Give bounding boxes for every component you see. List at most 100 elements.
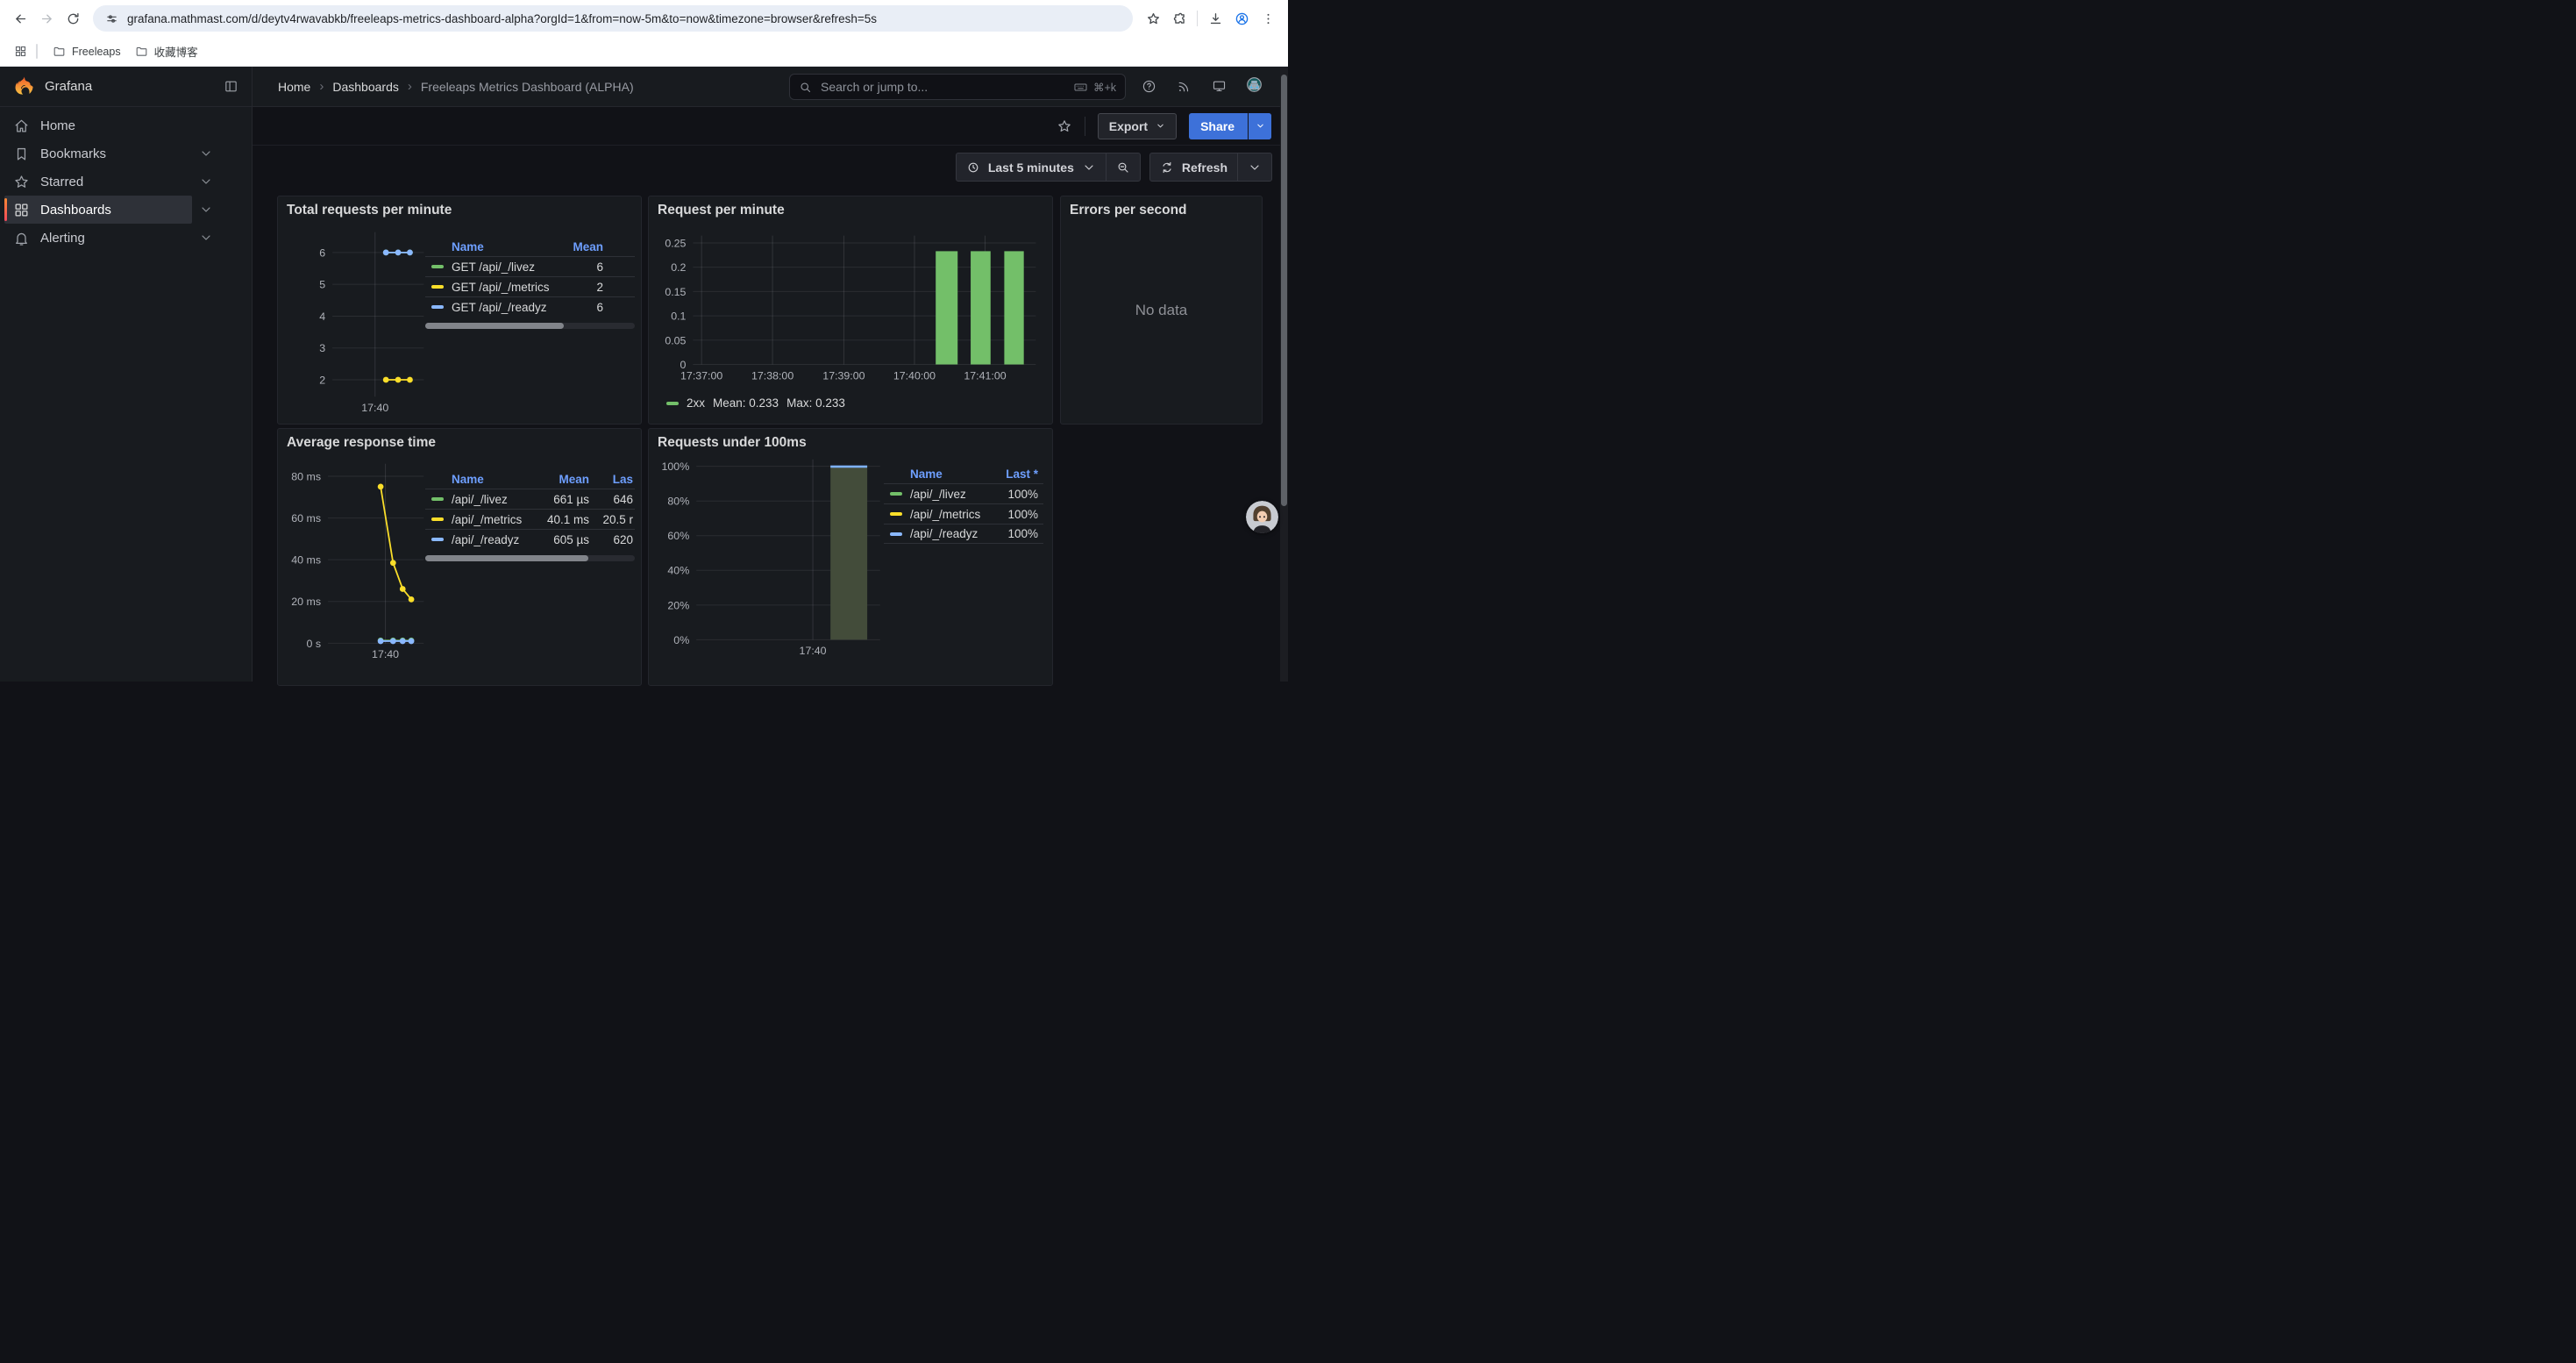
browser-menu-icon[interactable] <box>1255 5 1281 32</box>
news-rss-icon[interactable] <box>1177 79 1192 94</box>
svg-text:2: 2 <box>319 374 325 386</box>
bookmark-icon <box>13 146 30 162</box>
breadcrumb-separator: › <box>319 79 324 94</box>
chevron-down-icon[interactable] <box>199 203 213 217</box>
legend-row[interactable]: GET /api/_/readyz6 <box>425 296 635 317</box>
time-range-picker[interactable]: Last 5 minutes <box>957 153 1106 181</box>
legend-stat-max: Max: 0.233 <box>786 396 845 410</box>
search-input[interactable]: ⌘+k <box>789 74 1126 100</box>
legend-row[interactable]: /api/_/metrics40.1 ms20.5 r <box>425 509 635 529</box>
chevron-down-icon[interactable] <box>199 146 213 161</box>
svg-text:80%: 80% <box>667 496 689 508</box>
legend-row[interactable]: /api/_/livez 100% <box>884 483 1043 503</box>
legend-value: 100% <box>987 527 1038 540</box>
series-name[interactable]: GET /api/_/livez <box>452 260 535 274</box>
legend-row[interactable]: /api/_/readyz 100% <box>884 524 1043 544</box>
search-field[interactable] <box>819 79 1066 95</box>
legend[interactable]: 2xx Mean: 0.233 Max: 0.233 <box>666 396 845 410</box>
series-name[interactable]: 2xx <box>687 396 705 410</box>
legend-col-header[interactable]: Mean <box>554 240 603 253</box>
bookmark-folder-freeleaps[interactable]: Freeleaps <box>46 41 128 61</box>
share-button[interactable]: Share <box>1189 113 1271 139</box>
favorite-star-icon[interactable] <box>1057 118 1072 134</box>
help-icon[interactable] <box>1142 79 1156 94</box>
legend-value: 100% <box>987 488 1038 501</box>
panel-title[interactable]: Average response time <box>287 435 436 451</box>
legend-value: 605 µs <box>533 533 589 546</box>
legend-row[interactable]: GET /api/_/metrics2 <box>425 276 635 296</box>
grafana-title[interactable]: Grafana <box>45 79 92 94</box>
grafana-logo-icon[interactable] <box>13 75 35 97</box>
share-button-label[interactable]: Share <box>1189 113 1246 139</box>
bookmark-star-icon[interactable] <box>1140 5 1166 32</box>
request-per-minute-chart[interactable]: 0.250.20.150.10.05017:37:0017:38:0017:39… <box>649 196 1052 424</box>
series-name[interactable]: GET /api/_/metrics <box>452 281 550 294</box>
refresh-interval-dropdown[interactable] <box>1238 153 1271 181</box>
legend-row[interactable]: /api/_/metrics100% <box>884 503 1043 524</box>
panel-title[interactable]: Requests under 100ms <box>658 435 807 451</box>
extensions-icon[interactable] <box>1166 5 1192 32</box>
legend-col-name[interactable]: Name <box>884 467 987 481</box>
legend-col-name[interactable]: Name <box>425 473 533 486</box>
legend-value: 20.5 r <box>589 513 633 526</box>
chevron-down-icon <box>1248 161 1262 175</box>
breadcrumb-dashboards[interactable]: Dashboards <box>332 80 399 94</box>
chevron-down-icon[interactable] <box>199 231 213 245</box>
series-name[interactable]: GET /api/_/readyz <box>452 301 547 314</box>
scrollbar-thumb[interactable] <box>1281 75 1287 506</box>
bookmark-label: Freeleaps <box>72 46 121 58</box>
sidebar-toggle-icon[interactable] <box>224 79 238 94</box>
sidebar-item-alerting[interactable]: Alerting <box>4 224 192 252</box>
panel-title[interactable]: Total requests per minute <box>287 203 452 218</box>
screen: grafana.mathmast.com/d/deytv4rwavabkb/fr… <box>0 0 1288 682</box>
export-button[interactable]: Export <box>1098 113 1177 139</box>
legend-h-scrollbar[interactable] <box>425 555 635 561</box>
panel-title[interactable]: Request per minute <box>658 203 785 218</box>
url-bar[interactable]: grafana.mathmast.com/d/deytv4rwavabkb/fr… <box>93 5 1133 32</box>
apps-grid-icon[interactable] <box>9 40 32 63</box>
series-name[interactable]: /api/_/livez <box>452 493 508 506</box>
legend-h-scrollbar[interactable] <box>425 323 635 329</box>
back-icon[interactable] <box>7 5 33 32</box>
legend-col-header[interactable]: Last * <box>987 467 1038 481</box>
profile-icon[interactable] <box>1228 5 1255 32</box>
breadcrumb-home[interactable]: Home <box>278 80 310 94</box>
sidebar-item-home[interactable]: Home <box>4 111 192 139</box>
legend-col-header[interactable]: Las <box>589 473 633 486</box>
series-swatch <box>431 517 444 521</box>
monitor-icon[interactable] <box>1212 79 1227 94</box>
zoom-out-button[interactable] <box>1107 153 1140 181</box>
bookmark-folder-blogs[interactable]: 收藏博客 <box>128 39 205 63</box>
user-avatar[interactable] <box>1247 77 1262 96</box>
legend-row[interactable]: GET /api/_/livez6 <box>425 256 635 276</box>
url-text[interactable]: grafana.mathmast.com/d/deytv4rwavabkb/fr… <box>127 12 1121 25</box>
sidebar-item-label: Starred <box>40 175 83 189</box>
sidebar-item-dashboards[interactable]: Dashboards <box>4 196 192 224</box>
bell-icon <box>13 230 30 246</box>
download-icon[interactable] <box>1202 5 1228 32</box>
series-name[interactable]: /api/_/metrics <box>452 513 522 526</box>
series-name[interactable]: /api/_/metrics <box>910 508 980 521</box>
svg-text:4: 4 <box>319 310 325 323</box>
series-name[interactable]: /api/_/livez <box>910 488 966 501</box>
sidebar-item-starred[interactable]: Starred <box>4 168 192 196</box>
panel-request-per-minute: 0.250.20.150.10.05017:37:0017:38:0017:39… <box>648 196 1053 425</box>
search-shortcut: ⌘+k <box>1073 80 1116 95</box>
forward-icon[interactable] <box>33 5 60 32</box>
legend-col-name[interactable]: Name <box>425 240 554 253</box>
site-info-icon[interactable] <box>105 12 118 25</box>
legend-table: NameMeanLas/api/_/livez661 µs646/api/_/m… <box>425 470 635 561</box>
reload-icon[interactable] <box>60 5 86 32</box>
sidebar-item-bookmarks[interactable]: Bookmarks <box>4 139 192 168</box>
panel-errors-per-second: Errors per second No data <box>1060 196 1263 425</box>
page-scrollbar[interactable] <box>1280 67 1288 682</box>
refresh-button[interactable]: Refresh <box>1150 153 1237 181</box>
series-name[interactable]: /api/_/readyz <box>452 533 519 546</box>
chevron-down-icon[interactable] <box>199 175 213 189</box>
legend-col-header[interactable]: Mean <box>533 473 589 486</box>
series-name[interactable]: /api/_/readyz <box>910 527 978 540</box>
assistant-avatar[interactable] <box>1246 501 1278 533</box>
share-dropdown-button[interactable] <box>1248 113 1271 139</box>
legend-row[interactable]: /api/_/livez661 µs646 <box>425 489 635 509</box>
legend-row[interactable]: /api/_/readyz605 µs620 <box>425 529 635 549</box>
